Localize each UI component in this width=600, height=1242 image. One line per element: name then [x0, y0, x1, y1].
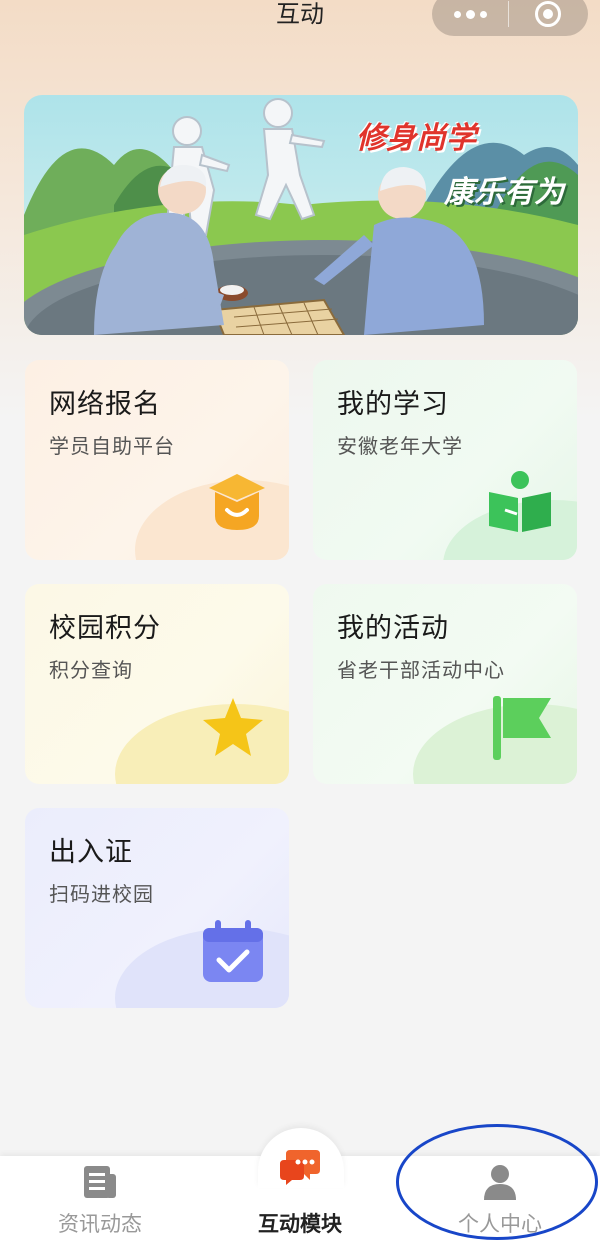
card-my-study[interactable]: 我的学习 安徽老年大学	[313, 360, 577, 560]
card-title: 校园积分	[49, 613, 161, 644]
card-my-activities[interactable]: 我的活动 省老干部活动中心	[313, 584, 577, 784]
tab-label: 互动模块	[258, 1212, 342, 1236]
card-subtitle: 学员自助平台	[49, 434, 175, 458]
banner-slogan-1: 修身尚学	[356, 121, 476, 156]
card-subtitle: 积分查询	[49, 658, 133, 682]
target-icon[interactable]	[509, 0, 587, 36]
mini-program-capsule	[432, 0, 588, 36]
navigation-bar: 互动	[0, 0, 600, 40]
news-icon	[84, 1166, 116, 1198]
card-title: 我的活动	[337, 613, 449, 644]
card-title: 网络报名	[49, 389, 161, 420]
card-title: 出入证	[49, 837, 133, 868]
banner-slogan-2: 康乐有为	[444, 175, 564, 210]
card-subtitle: 安徽老年大学	[337, 434, 463, 458]
open-book-icon	[489, 471, 551, 532]
card-access-pass[interactable]: 出入证 扫码进校园	[25, 808, 289, 1008]
flag-icon	[493, 696, 551, 760]
tab-label: 资讯动态	[58, 1212, 142, 1236]
chat-bubbles-icon	[280, 1150, 320, 1185]
card-subtitle: 省老干部活动中心	[337, 658, 505, 682]
highlight-annotation	[396, 1124, 598, 1240]
star-icon	[203, 698, 263, 756]
tab-interaction[interactable]: 互动模块	[200, 1150, 400, 1242]
card-online-registration[interactable]: 网络报名 学员自助平台	[25, 360, 289, 560]
calendar-check-icon	[203, 920, 263, 982]
graduation-cap-icon	[209, 474, 265, 530]
tab-news[interactable]: 资讯动态	[0, 1156, 200, 1242]
card-campus-points[interactable]: 校园积分 积分查询	[25, 584, 289, 784]
more-dots-icon[interactable]	[432, 0, 508, 36]
card-title: 我的学习	[337, 389, 449, 420]
card-subtitle: 扫码进校园	[49, 882, 154, 906]
banner-illustration	[24, 95, 578, 335]
banner-image[interactable]: 修身尚学 康乐有为	[24, 95, 578, 335]
